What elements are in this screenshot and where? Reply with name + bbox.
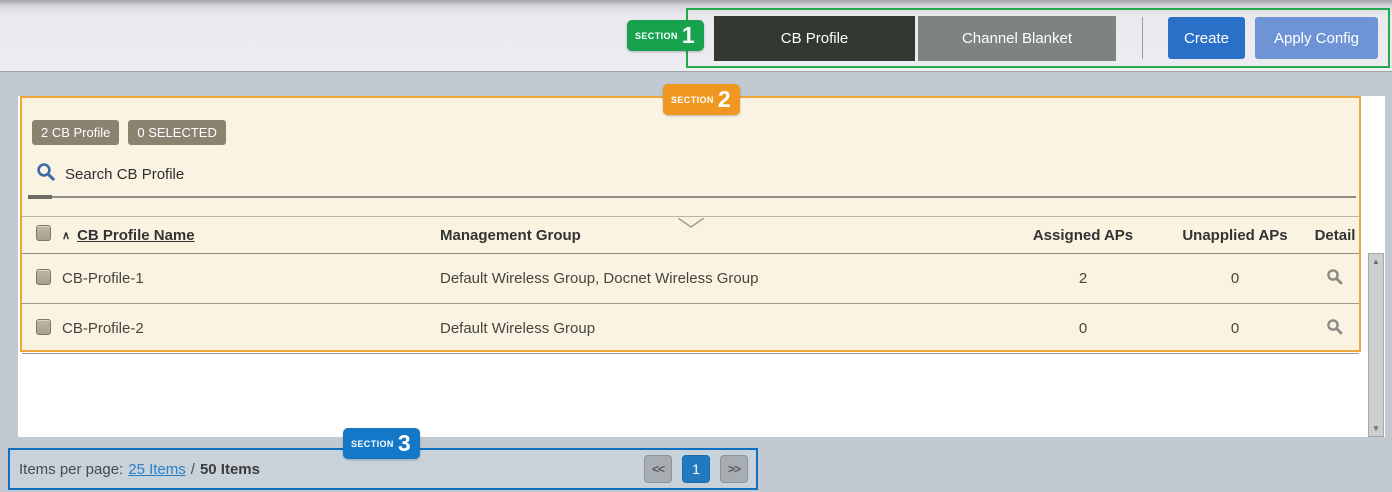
- section-1-badge: SECTION 1: [627, 20, 704, 51]
- section-3-number: 3: [398, 432, 411, 455]
- page-size-link[interactable]: 25 Items: [128, 461, 186, 478]
- profile-count-badge: 2 CB Profile: [32, 120, 119, 145]
- toolbar-divider: [1142, 17, 1143, 59]
- scroll-down-icon[interactable]: ▼: [1372, 424, 1380, 433]
- table-row[interactable]: CB-Profile-2 Default Wireless Group 0 0: [22, 304, 1359, 354]
- search-bar[interactable]: Search CB Profile: [36, 162, 184, 187]
- section-3-word: SECTION: [351, 439, 394, 449]
- items-per-page-label: Items per page:: [19, 461, 123, 478]
- tab-channel-blanket-label: Channel Blanket: [962, 30, 1072, 47]
- prev-page-button[interactable]: <<: [644, 455, 672, 483]
- select-all-checkbox[interactable]: [36, 225, 51, 241]
- total-items-label: 50 Items: [200, 461, 260, 478]
- items-per-page: Items per page: 25 Items / 50 Items: [19, 461, 260, 478]
- apply-config-button[interactable]: Apply Config: [1255, 17, 1378, 59]
- search-input[interactable]: Search CB Profile: [65, 166, 184, 183]
- section-3-badge: SECTION 3: [343, 428, 420, 459]
- cell-profile-name: CB-Profile-2: [62, 320, 440, 337]
- section-2-highlight-box: 2 CB Profile 0 SELECTED Search CB Profil…: [20, 96, 1361, 352]
- cell-unapplied-aps: 0: [1159, 270, 1311, 287]
- summary-badges: 2 CB Profile 0 SELECTED: [32, 120, 226, 145]
- sort-ascending-icon[interactable]: ∧: [62, 229, 70, 242]
- row-checkbox[interactable]: [36, 319, 51, 335]
- create-button[interactable]: Create: [1168, 17, 1245, 59]
- cell-management-group: Default Wireless Group, Docnet Wireless …: [440, 270, 1007, 287]
- tab-cb-profile[interactable]: CB Profile: [714, 16, 915, 61]
- cell-assigned-aps: 0: [1007, 320, 1159, 337]
- table-row[interactable]: CB-Profile-1 Default Wireless Group, Doc…: [22, 254, 1359, 304]
- next-page-button[interactable]: >>: [720, 455, 748, 483]
- cell-management-group: Default Wireless Group: [440, 320, 1007, 337]
- column-header-cb-profile-name[interactable]: CB Profile Name: [77, 227, 195, 244]
- detail-magnifier-icon[interactable]: [1326, 268, 1344, 290]
- tab-cb-profile-label: CB Profile: [781, 30, 849, 47]
- column-header-unapplied-aps[interactable]: Unapplied APs: [1159, 227, 1311, 244]
- cell-assigned-aps: 2: [1007, 270, 1159, 287]
- current-page-button[interactable]: 1: [682, 455, 710, 483]
- section-1-highlight-box: CB Profile Channel Blanket Create Apply …: [686, 8, 1390, 68]
- cell-unapplied-aps: 0: [1159, 320, 1311, 337]
- vertical-scrollbar[interactable]: ▲ ▼: [1368, 253, 1384, 437]
- section-2-word: SECTION: [671, 95, 714, 105]
- scroll-up-icon[interactable]: ▲: [1372, 257, 1380, 266]
- column-header-assigned-aps[interactable]: Assigned APs: [1007, 227, 1159, 244]
- section-2-number: 2: [718, 88, 731, 111]
- search-icon: [36, 162, 56, 187]
- items-separator: /: [191, 461, 195, 478]
- search-underline: [28, 196, 1356, 198]
- row-checkbox[interactable]: [36, 269, 51, 285]
- chevron-down-icon[interactable]: [678, 216, 704, 234]
- pager: << 1 >>: [644, 455, 748, 483]
- column-header-detail: Detail: [1311, 227, 1359, 244]
- tab-channel-blanket[interactable]: Channel Blanket: [918, 16, 1116, 61]
- detail-magnifier-icon[interactable]: [1326, 318, 1344, 340]
- section-1-word: SECTION: [635, 31, 678, 41]
- column-header-management-group[interactable]: Management Group: [440, 227, 1007, 244]
- cell-profile-name: CB-Profile-1: [62, 270, 440, 287]
- selected-count-badge: 0 SELECTED: [128, 120, 225, 145]
- section-2-badge: SECTION 2: [663, 84, 740, 115]
- section-1-number: 1: [682, 24, 695, 47]
